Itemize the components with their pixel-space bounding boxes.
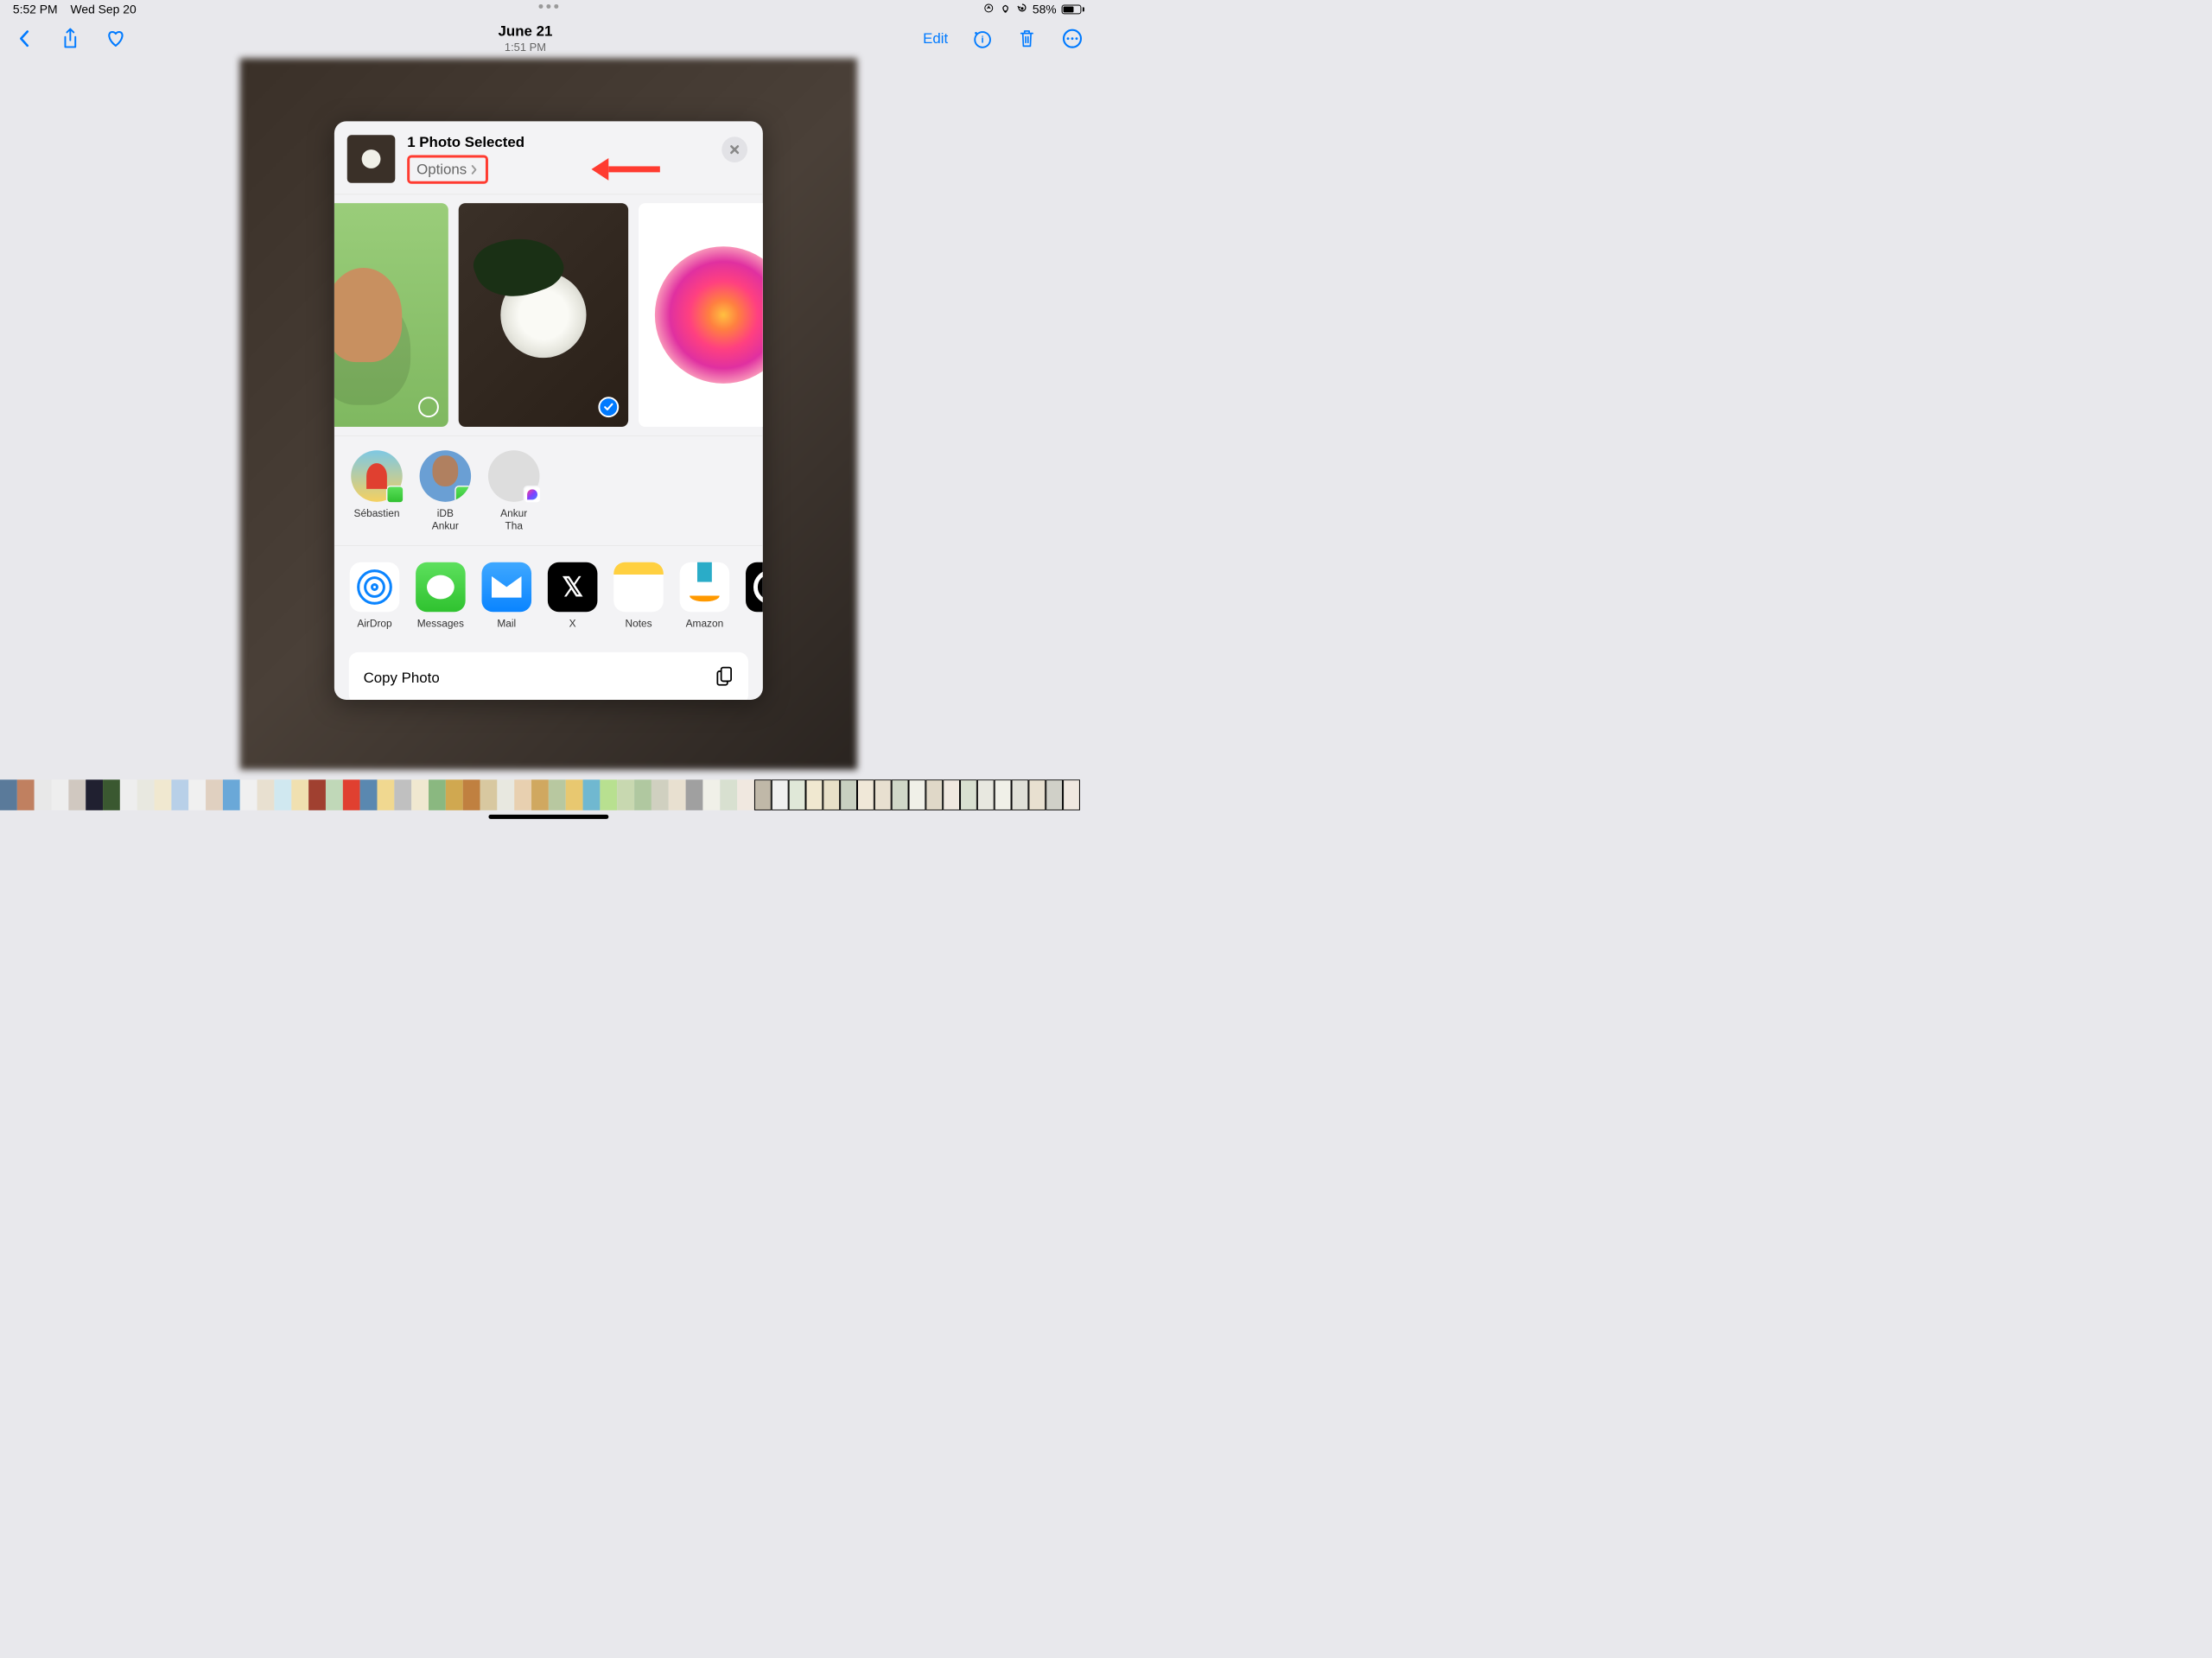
status-bar: 5:52 PM Wed Sep 20 58%	[0, 0, 1097, 19]
app-notes[interactable]: Notes	[613, 562, 664, 630]
photo-thumb-1[interactable]	[334, 203, 448, 427]
photo-toolbar: June 21 1:51 PM Edit i	[0, 19, 1097, 59]
share-sheet-title: 1 Photo Selected	[407, 134, 750, 150]
options-button[interactable]: Options	[407, 156, 488, 184]
share-actions-list: Copy Photo	[334, 643, 763, 700]
share-apps-row: AirDrop Messages Mail X Notes Amazon Th	[334, 546, 763, 643]
trash-button[interactable]	[1015, 27, 1039, 51]
messages-badge-icon	[454, 486, 471, 502]
share-contacts-row: Sébastien iDB Ankur Ankur Tha	[334, 435, 763, 545]
contact-sebastien[interactable]: Sébastien	[349, 450, 404, 532]
battery-icon	[1062, 4, 1084, 14]
app-mail[interactable]: Mail	[481, 562, 533, 630]
more-button[interactable]	[1060, 27, 1084, 51]
contact-ankur-tha[interactable]: Ankur Tha	[486, 450, 541, 532]
app-partial[interactable]: Th	[745, 562, 763, 630]
photo-thumb-2[interactable]	[459, 203, 628, 427]
edit-button[interactable]: Edit	[923, 30, 948, 47]
multitask-dots[interactable]	[538, 4, 558, 9]
notes-icon	[613, 562, 664, 613]
copy-photo-action[interactable]: Copy Photo	[349, 652, 748, 700]
airdrop-icon	[350, 562, 400, 613]
avatar	[488, 450, 540, 502]
photo-selection-strip[interactable]	[334, 194, 763, 436]
messages-icon	[416, 562, 466, 613]
x-icon	[548, 562, 598, 613]
home-indicator[interactable]	[488, 815, 608, 819]
mail-icon	[482, 562, 532, 613]
app-icon	[746, 562, 763, 613]
share-button[interactable]	[58, 27, 82, 51]
close-button[interactable]	[721, 137, 747, 162]
avatar	[351, 450, 403, 502]
status-time: 5:52 PM	[13, 3, 58, 16]
messages-badge-icon	[386, 486, 404, 504]
messenger-badge-icon	[524, 486, 542, 504]
amazon-icon	[680, 562, 730, 613]
selection-checked-icon[interactable]	[598, 397, 619, 417]
selection-circle-icon[interactable]	[418, 397, 439, 417]
back-button[interactable]	[13, 27, 37, 51]
status-date: Wed Sep 20	[70, 3, 136, 16]
favorite-button[interactable]	[104, 27, 128, 51]
wifi-icon	[999, 3, 1012, 16]
app-messages[interactable]: Messages	[415, 562, 467, 630]
contact-idb-ankur[interactable]: iDB Ankur	[417, 450, 473, 532]
share-sheet: 1 Photo Selected Options Sé	[334, 121, 763, 700]
app-amazon[interactable]: Amazon	[679, 562, 731, 630]
orientation-lock-icon	[1017, 3, 1027, 16]
info-button[interactable]: i	[969, 27, 994, 51]
svg-text:i: i	[982, 35, 984, 46]
avatar	[420, 450, 472, 502]
app-airdrop[interactable]: AirDrop	[349, 562, 401, 630]
photo-library-strip[interactable]	[0, 779, 1097, 810]
battery-pct: 58%	[1033, 3, 1057, 16]
share-sheet-header: 1 Photo Selected Options	[334, 121, 763, 194]
copy-icon	[715, 665, 734, 691]
selected-photo-thumb	[347, 135, 396, 183]
photo-time: 1:51 PM	[499, 41, 553, 54]
photo-thumb-3[interactable]	[639, 203, 763, 427]
dnd-icon	[983, 3, 994, 16]
app-x[interactable]: X	[547, 562, 599, 630]
annotation-arrow	[591, 164, 659, 175]
photo-date: June 21	[499, 23, 553, 40]
